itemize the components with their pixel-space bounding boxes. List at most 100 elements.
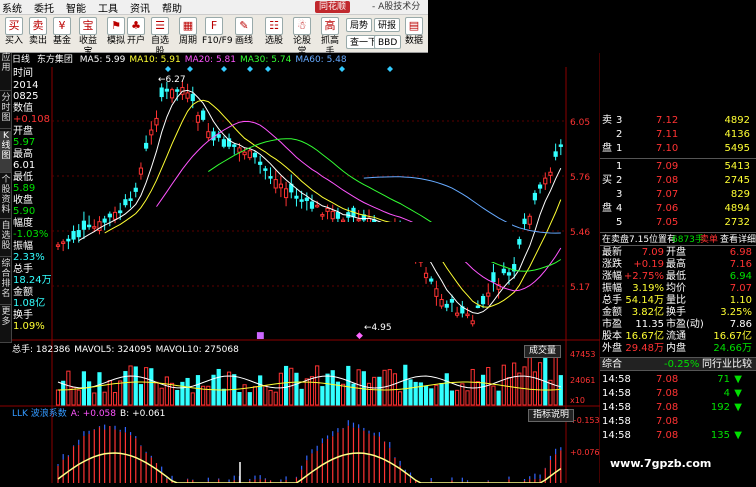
candle-body [465,313,470,317]
volume-bar [496,390,501,406]
toolbar-button-0[interactable]: 买买入 [2,17,26,51]
tick-row: 14:58 7.08 4 ▼ [600,387,756,401]
toolbar-button-10[interactable]: ☷ 选股 [262,17,286,51]
quote-value: 7.09 [641,247,664,258]
bid-volume: 5413 [724,161,750,172]
volume-bar [387,369,392,406]
volume-bar [216,368,221,406]
menu-entrust[interactable]: 委托 [34,0,54,15]
candle-body [335,212,341,219]
ask-row[interactable]: 2 7.11 4136 [600,128,756,142]
left-tab[interactable]: 综合排名 [0,259,12,305]
llk-axis-label: +0.076 [570,448,600,457]
quote-value: +2.75% [623,271,664,282]
toolbar-button-11[interactable]: ☃ 论股堂 [290,17,314,57]
info-field: 2014 [13,79,39,91]
quote-label: 股本 [602,331,622,342]
toolbar-button-5[interactable]: ♣ 开户 [124,17,148,51]
tick-row: 14:58 7.08 135 ▼ [600,429,756,443]
bid-price: 7.07 [656,189,679,200]
bid-row[interactable]: 盘 4 7.06 4894 [600,202,756,216]
toolbar-button-9[interactable]: ✎ 画线 [232,17,256,51]
toolbar-button-6[interactable]: ☰ 自选股 [148,17,172,57]
quote-value-2: 7.16 [729,259,752,270]
candle-body [491,272,496,283]
industry-compare-link[interactable]: 同行业比较 [702,358,752,372]
volume-bar [304,378,309,406]
bid-row[interactable]: 3 7.07 829 [600,188,756,202]
toolbar-icon: ✎ [235,17,253,35]
quote-panel: 卖 3 7.12 4892 2 7.11 4136 盘 1 7.10 5495 1 7.09 5413 买 2… [600,110,756,487]
ma-label: MA5: 5.99 [79,55,126,65]
toolbar-small-button[interactable]: 研报 [374,18,401,32]
menu-news[interactable]: 资讯 [130,0,150,15]
volume-bar [320,386,325,406]
volume-indicator-button[interactable]: 成交量 [524,345,562,358]
toolbar-button-8[interactable]: F F10/F9 [202,17,233,51]
toolbar-button-2[interactable]: ¥ 基金 [50,17,74,51]
toolbar-icon: ¥ [53,17,71,35]
occlusion-box [330,222,512,262]
quote-label-2: 开盘 [666,247,686,258]
left-tab[interactable]: 更多 [0,307,12,343]
bid-row[interactable]: 买 2 7.08 2745 [600,174,756,188]
toolbar-icon: ▦ [179,17,197,35]
toolbar-button-13[interactable]: ▤ 数据 [402,17,426,51]
volume-bar [429,388,434,406]
toolbar-small-button[interactable]: 局势 [346,18,373,32]
info-field: 时间 [13,68,33,79]
candle-body [501,268,506,274]
quote-label: 外盘 [602,343,622,354]
ma-label: MA60: 5.48 [295,55,347,65]
candle-body [517,239,522,245]
volume-bar [154,381,159,406]
candle-body [325,208,330,212]
volume-bar [195,375,201,406]
volume-bar [149,368,154,406]
toolbar-small-button[interactable]: BBD [374,35,402,49]
candle-body [506,272,512,276]
tick-volume: 135 [710,430,730,441]
left-tab[interactable]: 分时图 [0,93,12,129]
volume-bar [480,374,486,406]
menu-system[interactable]: 系统 [2,0,22,15]
menu-smart[interactable]: 智能 [66,0,86,15]
menu-bar: 系统 委托 智能 工具 资讯 帮助 同花顺 - A股技术分析 [0,0,428,27]
ask-row[interactable]: 卖 3 7.12 4892 [600,114,756,128]
candle-body [543,177,548,185]
candle-body [315,204,320,208]
quote-value-2: 24.66万 [713,343,752,354]
menu-tools[interactable]: 工具 [98,0,118,15]
volume-bar [356,369,361,406]
left-tab[interactable]: 应用 [0,53,12,91]
candle-body [92,226,97,229]
quote-value-2: 1.10 [729,295,752,306]
bid-level: 3 [616,189,623,200]
indicator-help-button[interactable]: 指标说明 [528,409,575,422]
toolbar-button-3[interactable]: 宝收益宝 [76,17,100,57]
left-tab[interactable]: K线图 [0,131,12,173]
toolbar-button-label: 卖出 [28,36,47,46]
left-tab[interactable]: 个股资料 [0,175,12,219]
quote-label: 涨跌 [602,259,622,270]
status-link[interactable]: 查看详细 [720,233,756,247]
volume-bar [278,372,283,406]
toolbar-button-7[interactable]: ▦ 周期 [176,17,200,51]
status-buy[interactable]: 卖单 [700,233,718,247]
ask-row[interactable]: 盘 1 7.10 5495 [600,142,756,156]
tick-direction-icon: ▼ [734,402,742,413]
quote-value-2: 3.25% [720,307,752,318]
candle-body [527,215,532,225]
left-tab[interactable]: 自选股 [0,221,12,257]
bid-price: 7.06 [656,203,679,214]
toolbar-button-1[interactable]: 卖卖出 [26,17,50,51]
volume-bar [118,380,123,406]
period-label[interactable]: 日线 [12,55,30,65]
bid-row[interactable]: 1 7.09 5413 [600,160,756,174]
toolbar-icon: 高 [321,17,339,35]
info-field: 2.33% [13,252,45,263]
bid-row[interactable]: 5 7.05 2732 [600,216,756,230]
toolbar-icon: ☃ [293,17,311,35]
toolbar-button-12[interactable]: 高抓高手 [318,17,342,57]
menu-help[interactable]: 帮助 [162,0,182,15]
